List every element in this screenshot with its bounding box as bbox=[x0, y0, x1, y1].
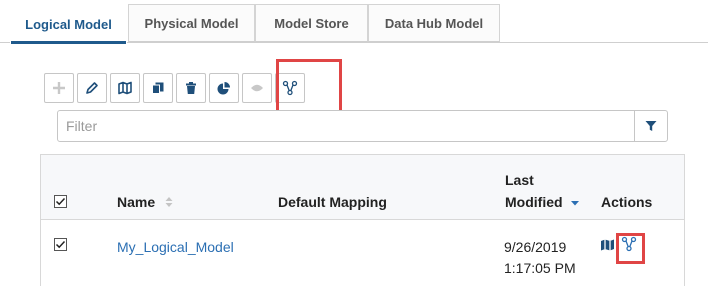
tab-physical-model[interactable]: Physical Model bbox=[128, 4, 255, 42]
toolbar bbox=[44, 73, 308, 103]
row-map-action[interactable] bbox=[600, 238, 615, 257]
actions-column-header: Actions bbox=[601, 194, 653, 210]
default-mapping-column-header: Default Mapping bbox=[278, 194, 387, 210]
tab-model-store[interactable]: Model Store bbox=[255, 4, 368, 42]
map-icon bbox=[118, 81, 132, 95]
models-table: Name Default Mapping Last Modified Actio… bbox=[40, 154, 685, 286]
tab-logical-model[interactable]: Logical Model bbox=[10, 4, 127, 44]
filter-button[interactable] bbox=[634, 111, 667, 141]
tab-label: Model Store bbox=[274, 15, 349, 31]
add-button[interactable] bbox=[44, 73, 74, 103]
eye-icon bbox=[251, 84, 263, 92]
statistics-button[interactable] bbox=[209, 73, 239, 103]
filter-field: Filter bbox=[57, 110, 668, 142]
filter-input[interactable]: Filter bbox=[66, 118, 97, 134]
mapping-button[interactable] bbox=[110, 73, 140, 103]
column-label: Modified bbox=[505, 194, 563, 210]
sort-descending-icon bbox=[571, 201, 580, 206]
delete-button[interactable] bbox=[176, 73, 206, 103]
tab-label: Data Hub Model bbox=[384, 15, 484, 31]
tab-label: Logical Model bbox=[25, 16, 112, 32]
select-all-checkbox[interactable] bbox=[54, 195, 67, 208]
view-button[interactable] bbox=[242, 73, 272, 103]
last-modified-date: 9/26/2019 bbox=[504, 239, 567, 255]
map-icon bbox=[601, 239, 614, 251]
plus-icon bbox=[53, 82, 65, 94]
funnel-icon bbox=[645, 121, 657, 131]
column-label: Name bbox=[117, 194, 156, 210]
sort-icon bbox=[165, 197, 173, 207]
tab-label: Physical Model bbox=[144, 15, 239, 31]
table-header: Name Default Mapping Last Modified Actio… bbox=[41, 155, 684, 220]
copy-icon bbox=[152, 82, 164, 94]
last-modified-column-label-line1: Last bbox=[505, 172, 534, 188]
trash-icon bbox=[186, 82, 196, 94]
tab-bar: Logical Model Physical Model Model Store… bbox=[0, 0, 708, 44]
last-modified-time: 1:17:05 PM bbox=[504, 260, 576, 276]
checkmark-icon bbox=[55, 240, 66, 249]
name-column-header[interactable]: Name bbox=[117, 194, 174, 210]
checkmark-icon bbox=[55, 197, 66, 206]
row-checkbox[interactable] bbox=[54, 238, 67, 251]
last-modified-column-header[interactable]: Modified bbox=[505, 194, 580, 210]
pencil-icon bbox=[86, 82, 98, 94]
pie-chart-icon bbox=[217, 82, 230, 95]
copy-button[interactable] bbox=[143, 73, 173, 103]
active-tab-indicator bbox=[11, 41, 126, 44]
model-name-link[interactable]: My_Logical_Model bbox=[117, 237, 234, 257]
tab-data-hub-model[interactable]: Data Hub Model bbox=[368, 4, 500, 42]
highlight-box bbox=[616, 233, 645, 264]
edit-button[interactable] bbox=[77, 73, 107, 103]
